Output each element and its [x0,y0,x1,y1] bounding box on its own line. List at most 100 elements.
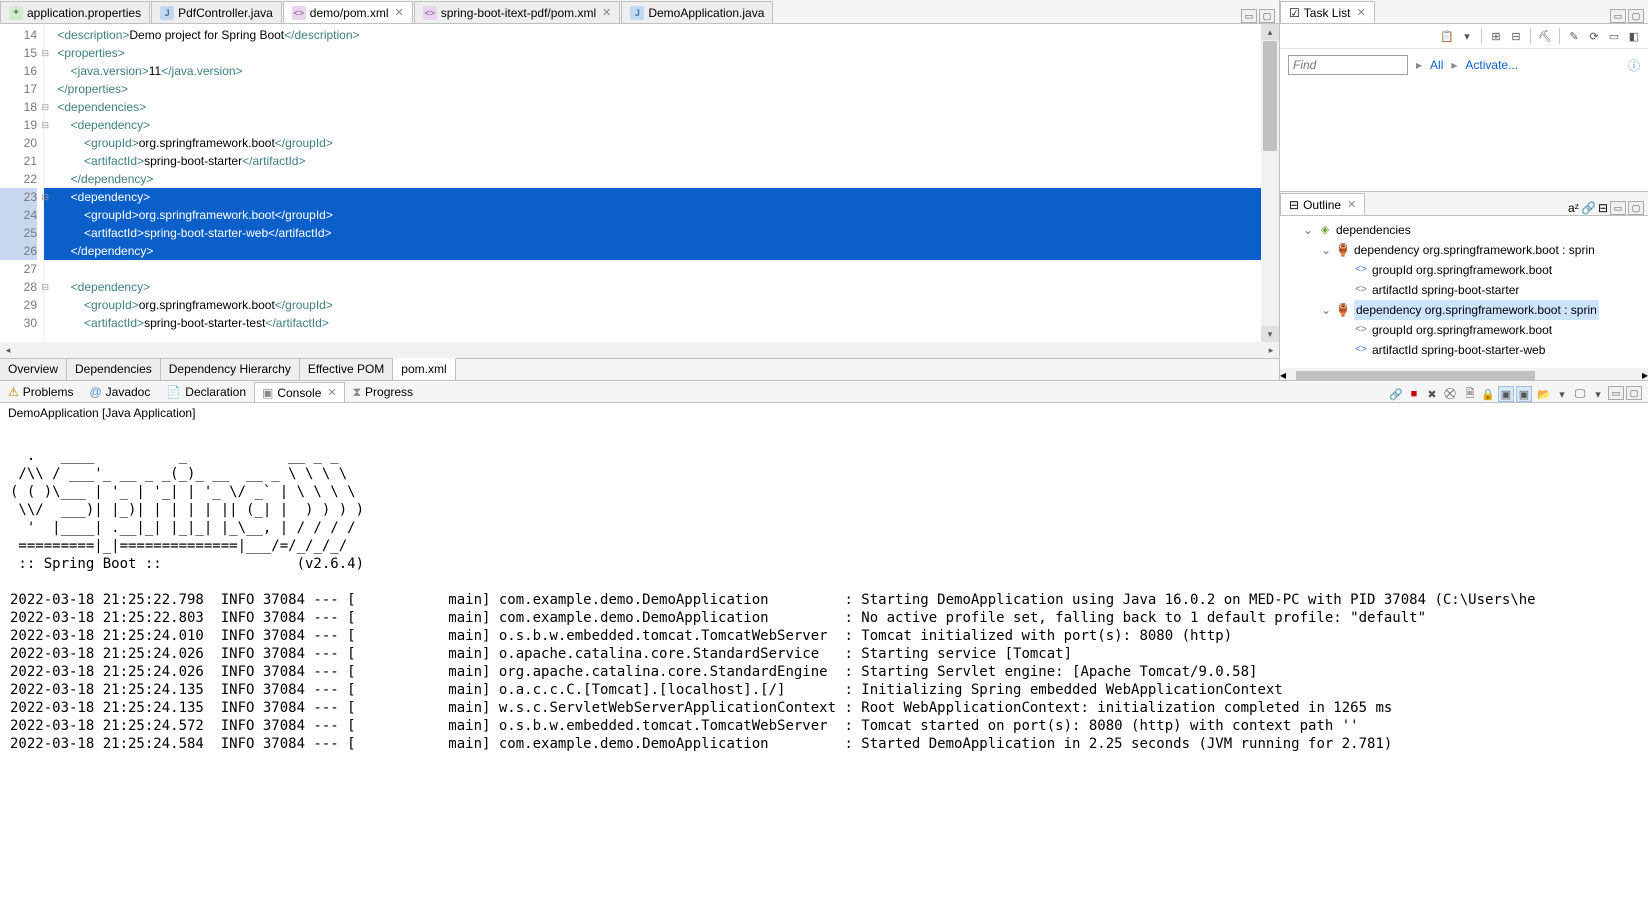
outline-node[interactable]: ⌄🏺dependency org.springframework.boot : … [1320,300,1644,320]
pom-sub-tab[interactable]: Overview [0,359,67,380]
display-console-icon[interactable]: 🖵 [1572,386,1588,402]
outline-leaf[interactable]: <>artifactId spring-boot-starter [1338,280,1644,300]
sort-icon[interactable]: ⊟ [1508,28,1524,44]
editor-tab[interactable]: J DemoApplication.java [621,1,773,23]
show-console-icon[interactable]: ▣ [1516,386,1532,402]
editor-tab[interactable]: JPdfController.java [151,1,282,23]
remove-all-icon[interactable]: ⛒ [1442,386,1458,402]
bottom-tab[interactable]: ▣Console✕ [254,382,345,402]
new-task-icon[interactable]: 📋 [1439,28,1455,44]
collapse-all-icon[interactable]: ⊟ [1598,201,1608,215]
outline-view: ⊟ Outline ✕ aᶻ 🔗 ⊟ ▭ ▢ ⌄◈dependencies⌄🏺d… [1280,192,1648,385]
outline-label: groupId org.springframework.boot [1372,320,1552,340]
outline-label: artifactId spring-boot-starter [1372,280,1519,300]
outline-label: dependency org.springframework.boot : sp… [1354,240,1595,260]
outline-leaf[interactable]: <>artifactId spring-boot-starter-web [1338,340,1644,360]
pom-sub-tab[interactable]: Dependency Hierarchy [161,359,300,380]
outline-label: groupId org.springframework.boot [1372,260,1552,280]
categorize-icon[interactable]: ⊞ [1488,28,1504,44]
minimize-editor-icon[interactable]: ▭ [1241,9,1257,23]
minimize-outline-icon[interactable]: ▭ [1610,201,1626,215]
terminate-icon[interactable]: ■ [1406,386,1422,402]
outline-label: dependencies [1336,220,1411,240]
editor-pane: ✦application.propertiesJPdfController.ja… [0,0,1280,380]
task-list-view: ☑ Task List ✕ ▭▢ 📋▾ ⊞⊟ ⛏ ✎⟳▭◧ [1280,0,1648,192]
find-input[interactable] [1288,55,1408,75]
open-console-icon[interactable]: 📂 [1536,386,1552,402]
pom-sub-tab[interactable]: Dependencies [67,359,161,380]
bottom-pane: ⚠ Problems @Javadoc 📄 Declaration ▣Console✕ ⧗ P… [0,380,1648,897]
clear-console-icon[interactable]: 🗎 [1462,386,1478,402]
tab-label: Progress [365,385,413,399]
outline-icon: ⊟ [1289,198,1299,212]
hide-icon[interactable]: ◧ [1626,28,1642,44]
outline-node[interactable]: ⌄◈dependencies [1302,220,1644,240]
minimize-console-icon[interactable]: ▭ [1608,386,1624,400]
view-icon: @ [89,385,101,399]
focus-icon[interactable]: ⛏ [1537,28,1553,44]
editor-tab[interactable]: <>spring-boot-itext-pdf/pom.xml✕ [414,1,621,23]
bottom-tab[interactable]: @Javadoc [81,382,158,402]
remove-terminated-icon[interactable]: ✖ [1424,386,1440,402]
outline-label: dependency org.springframework.boot : sp… [1354,300,1599,320]
right-pane: ☑ Task List ✕ ▭▢ 📋▾ ⊞⊟ ⛏ ✎⟳▭◧ [1280,0,1648,380]
pin-console-icon[interactable]: ▣ [1498,386,1514,402]
maximize-editor-icon[interactable]: ▢ [1259,9,1275,23]
vertical-scrollbar[interactable]: ▴▾ [1261,24,1279,342]
tab-label: PdfController.java [178,6,273,20]
tab-label: application.properties [27,6,141,20]
close-icon[interactable]: ✕ [1347,198,1356,211]
close-icon[interactable]: ✕ [395,6,404,19]
link-icon[interactable]: 🔗 [1581,201,1596,215]
pom-sub-tabs: OverviewDependenciesDependency Hierarchy… [0,358,1279,380]
sync-icon[interactable]: ⟳ [1586,28,1602,44]
outline-leaf[interactable]: <>groupId org.springframework.boot [1338,260,1644,280]
task-list-tab[interactable]: ☑ Task List ✕ [1280,1,1375,23]
outline-node[interactable]: ⌄🏺dependency org.springframework.boot : … [1320,240,1644,260]
horizontal-scrollbar[interactable]: ◂▸ [0,342,1279,358]
close-icon[interactable]: ✕ [1356,6,1365,19]
bottom-tab[interactable]: ⚠ Problems [0,382,81,402]
file-icon: J [630,6,644,20]
view-icon: ▣ [262,386,273,400]
pom-sub-tab[interactable]: pom.xml [393,358,455,380]
link-console-icon[interactable]: 🔗 [1388,386,1404,402]
pom-sub-tab[interactable]: Effective POM [300,359,393,380]
info-icon[interactable]: ⓘ [1628,57,1640,74]
close-icon[interactable]: ✕ [602,6,611,19]
dropdown-icon[interactable]: ▾ [1554,386,1570,402]
file-icon: <> [292,6,306,20]
tab-label: demo/pom.xml [310,6,389,20]
bottom-tab[interactable]: ⧗ Progress [345,382,421,402]
minimize-tasks-icon[interactable]: ▭ [1610,9,1626,23]
bottom-tab[interactable]: 📄 Declaration [158,382,254,402]
editor-tab[interactable]: <> demo/pom.xml ✕ [283,1,413,23]
dropdown-icon[interactable]: ▾ [1590,386,1606,402]
element-icon: ◈ [1318,223,1332,237]
tab-label: Declaration [185,385,246,399]
maximize-console-icon[interactable]: ▢ [1626,386,1642,400]
dropdown-icon[interactable]: ▾ [1459,28,1475,44]
console-output[interactable]: . ____ _ __ _ _ /\\ / ___'_ __ _ _(_)_ _… [0,423,1648,897]
outline-leaf[interactable]: <>groupId org.springframework.boot [1338,320,1644,340]
view-icon: ⧗ [353,385,361,400]
filter-icon[interactable]: ✎ [1566,28,1582,44]
collapse-icon[interactable]: ▭ [1606,28,1622,44]
tab-label: Problems [23,385,74,399]
code-editor[interactable]: 1415161718192021222324252627282930 <desc… [0,24,1279,342]
close-icon[interactable]: ✕ [327,386,336,399]
console-title: DemoApplication [Java Application] [0,403,1648,423]
maximize-tasks-icon[interactable]: ▢ [1628,9,1644,23]
view-icon: ⚠ [8,385,19,399]
tab-label: DemoApplication.java [648,6,764,20]
outline-tab[interactable]: ⊟ Outline ✕ [1280,193,1365,215]
activate-link[interactable]: Activate... [1465,58,1518,72]
tag-icon: <> [1354,343,1368,357]
sort-az-icon[interactable]: aᶻ [1568,201,1579,215]
maximize-outline-icon[interactable]: ▢ [1628,201,1644,215]
view-icon: 📄 [166,385,181,399]
all-link[interactable]: All [1430,58,1443,72]
scroll-lock-icon[interactable]: 🔒 [1480,386,1496,402]
editor-tab[interactable]: ✦application.properties [0,1,150,23]
task-list-icon: ☑ [1289,6,1300,20]
